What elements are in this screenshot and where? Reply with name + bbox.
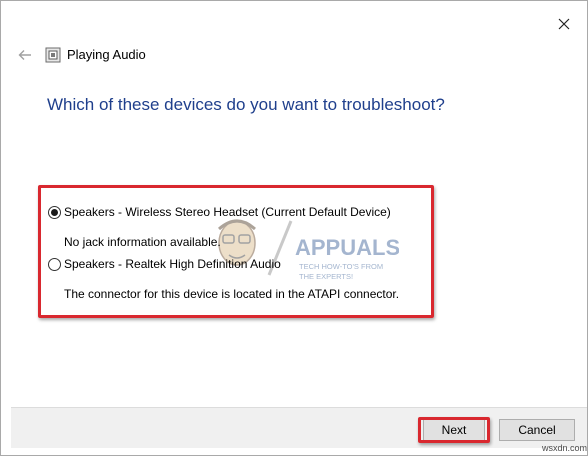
site-watermark: wsxdn.com bbox=[542, 443, 588, 453]
window-title: Playing Audio bbox=[67, 47, 146, 62]
close-button[interactable] bbox=[553, 13, 575, 35]
troubleshooter-icon bbox=[45, 47, 61, 63]
back-arrow-icon bbox=[18, 50, 31, 60]
troubleshooter-window: Playing Audio Which of these devices do … bbox=[0, 0, 588, 456]
page-heading: Which of these devices do you want to tr… bbox=[47, 95, 445, 114]
options-highlight-box bbox=[38, 185, 434, 318]
next-highlight-box bbox=[418, 417, 490, 443]
back-button[interactable] bbox=[15, 46, 35, 64]
cancel-button[interactable]: Cancel bbox=[499, 419, 575, 441]
close-icon bbox=[558, 18, 570, 30]
